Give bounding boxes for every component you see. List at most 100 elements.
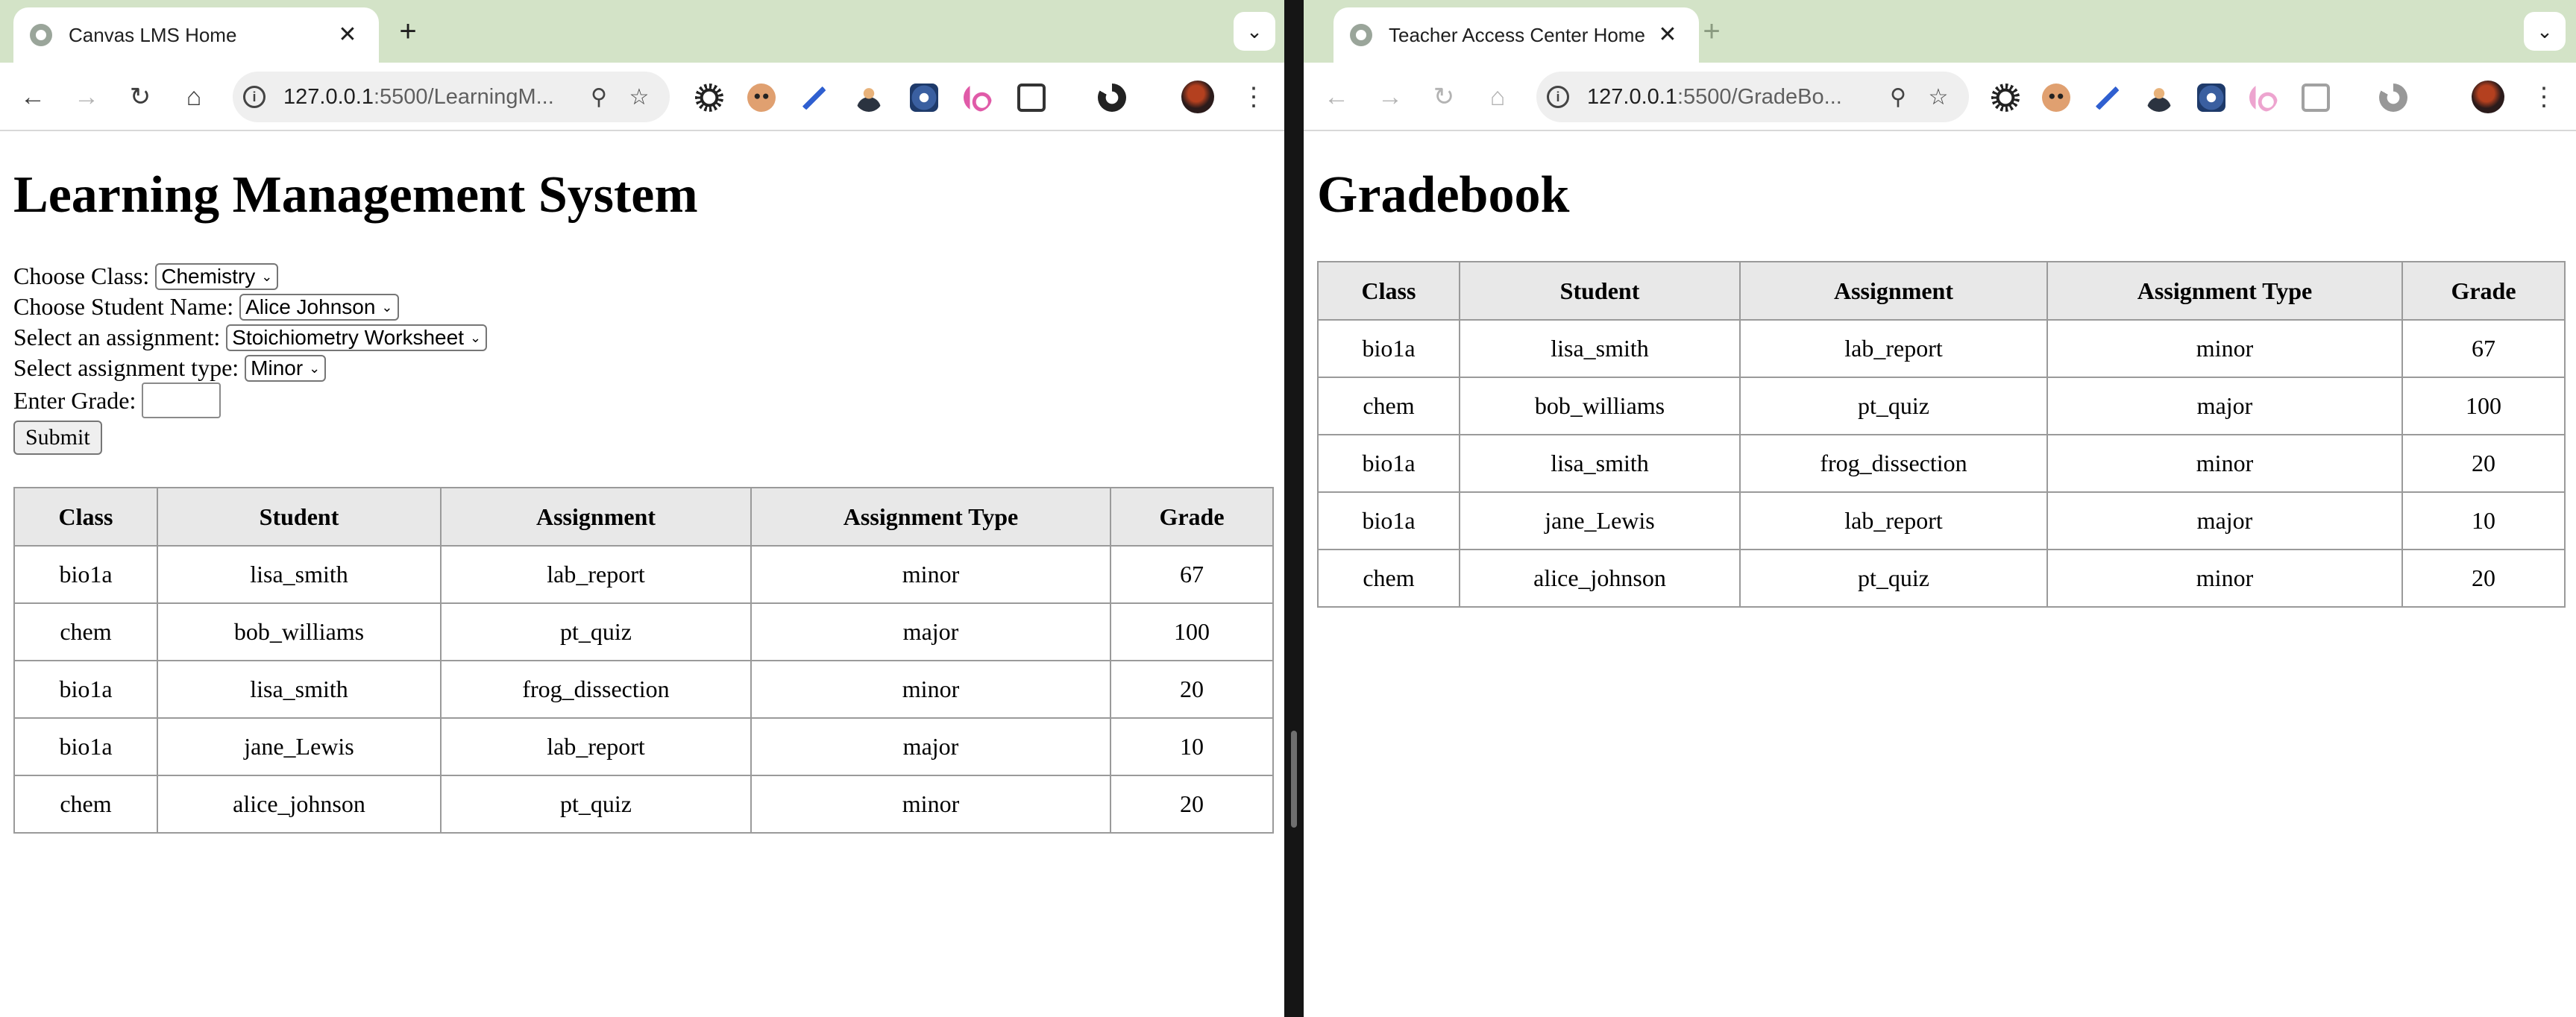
face-extension-icon[interactable] [747, 84, 776, 112]
page-title: Learning Management System [13, 166, 698, 224]
column-header: Assignment [440, 487, 752, 547]
assignment-row: Select an assignment: Stoichiometry Work… [13, 322, 488, 353]
browser-menu-icon[interactable]: ⋮ [2531, 78, 2557, 116]
reload-icon[interactable]: ↻ [121, 78, 160, 116]
table-cell: frog_dissection [440, 660, 752, 719]
table-cell: lab_report [440, 717, 752, 776]
reload-icon[interactable]: ↻ [1424, 78, 1463, 116]
app-extension-icon[interactable] [910, 84, 938, 112]
tab-strip: Canvas LMS Home ✕ + ⌄ [0, 0, 1284, 63]
pen-extension-icon[interactable] [2093, 84, 2121, 112]
close-tab-icon[interactable]: ✕ [333, 24, 362, 46]
table-cell: 20 [2401, 434, 2566, 493]
address-bar[interactable]: i 127.0.0.1:5500/GradeBo... ⚲ ☆ [1536, 72, 1969, 122]
puzzle-extensions-icon[interactable] [2302, 84, 2330, 112]
gradebook-page: Gradebook Class Student Assignment Assignme… [1304, 131, 2576, 1017]
tab-title: Canvas LMS Home [69, 23, 237, 46]
face-extension-icon[interactable] [2042, 84, 2070, 112]
home-icon[interactable]: ⌂ [1478, 78, 1517, 116]
table-cell: lab_report [1739, 319, 2048, 378]
assignment-select[interactable]: Stoichiometry Worksheet ⌄ [226, 324, 488, 351]
table-cell: lisa_smith [1459, 434, 1741, 493]
new-tab-icon[interactable]: + [391, 15, 425, 49]
table-cell: minor [750, 775, 1111, 834]
table-cell: lab_report [440, 545, 752, 604]
forward-arrow-icon[interactable]: → [1371, 78, 1410, 116]
chevron-down-icon: ⌄ [381, 299, 393, 315]
table-cell: chem [1317, 377, 1460, 435]
person-extension-icon[interactable] [2145, 84, 2173, 112]
google-g-icon[interactable] [1098, 84, 1126, 112]
site-info-icon[interactable]: i [243, 86, 266, 108]
back-arrow-icon[interactable]: ← [13, 78, 52, 116]
profile-avatar[interactable] [1181, 81, 1214, 113]
column-header: Class [1317, 261, 1460, 321]
assignment-type-label: Select assignment type: [13, 354, 239, 381]
table-cell: chem [13, 602, 158, 661]
table-cell: bio1a [1317, 319, 1460, 378]
assignment-type-select[interactable]: Minor ⌄ [245, 354, 327, 382]
table-cell: lisa_smith [157, 545, 442, 604]
browser-toolbar: ← → ↻ ⌂ i 127.0.0.1:5500/LearningM... ⚲ … [0, 63, 1284, 131]
tab-search-chevron-icon[interactable]: ⌄ [2524, 12, 2566, 51]
forward-arrow-icon[interactable]: → [67, 78, 106, 116]
profile-avatar[interactable] [2472, 81, 2504, 113]
table-cell: alice_johnson [1459, 549, 1741, 608]
splitter-drag-handle[interactable] [1291, 731, 1297, 828]
back-arrow-icon[interactable]: ← [1317, 78, 1356, 116]
tab-teacher-access-center-home[interactable]: Teacher Access Center Home ✕ [1333, 7, 1699, 63]
sun-extension-icon[interactable] [695, 84, 723, 112]
close-tab-icon[interactable]: ✕ [1653, 24, 1683, 46]
tab-search-chevron-icon[interactable]: ⌄ [1234, 12, 1275, 51]
table-row: chem bob_williams pt_quiz major 100 [13, 602, 1274, 661]
bookmark-star-icon[interactable]: ☆ [1918, 84, 1958, 110]
table-row: bio1a lisa_smith lab_report minor 67 [13, 545, 1274, 604]
table-cell: lisa_smith [1459, 319, 1741, 378]
zoom-icon[interactable]: ⚲ [1878, 84, 1918, 110]
bing-extension-icon[interactable] [964, 84, 992, 112]
page-title: Gradebook [1317, 166, 1570, 224]
student-select[interactable]: Alice Johnson ⌄ [239, 293, 399, 321]
table-cell: 100 [2401, 377, 2566, 435]
sun-extension-icon[interactable] [1991, 84, 2020, 112]
table-cell: pt_quiz [1739, 377, 2048, 435]
address-bar[interactable]: i 127.0.0.1:5500/LearningM... ⚲ ☆ [233, 72, 670, 122]
app-extension-icon[interactable] [2197, 84, 2225, 112]
submit-button[interactable]: Submit [13, 421, 102, 455]
bookmark-star-icon[interactable]: ☆ [619, 84, 659, 110]
column-header: Student [157, 487, 442, 547]
class-select[interactable]: Chemistry ⌄ [155, 262, 279, 290]
google-g-icon[interactable] [2379, 84, 2407, 112]
bing-extension-icon[interactable] [2249, 84, 2278, 112]
table-cell: bob_williams [1459, 377, 1741, 435]
column-header: Class [13, 487, 158, 547]
tab-canvas-lms-home[interactable]: Canvas LMS Home ✕ [13, 7, 379, 63]
class-label: Choose Class: [13, 262, 150, 289]
table-cell: chem [13, 775, 158, 834]
column-header: Grade [2401, 261, 2566, 321]
site-info-icon[interactable]: i [1547, 86, 1569, 108]
table-cell: 20 [2401, 549, 2566, 608]
zoom-icon[interactable]: ⚲ [579, 84, 619, 110]
chevron-down-icon: ⌄ [469, 330, 482, 345]
table-cell: major [750, 717, 1111, 776]
table-row: bio1a lisa_smith lab_report minor 67 [1317, 319, 2566, 378]
person-extension-icon[interactable] [855, 84, 883, 112]
home-icon[interactable]: ⌂ [175, 78, 213, 116]
window-splitter[interactable] [1284, 0, 1304, 1017]
table-cell: jane_Lewis [157, 717, 442, 776]
browser-window-left: Canvas LMS Home ✕ + ⌄ ← → ↻ ⌂ i 127.0.0.… [0, 0, 1284, 1017]
puzzle-extensions-icon[interactable] [1017, 84, 1046, 112]
gradebook-table: Class Student Assignment Assignment Type Gra… [1317, 261, 2566, 608]
grade-input[interactable] [142, 382, 222, 418]
browser-menu-icon[interactable]: ⋮ [1241, 78, 1266, 116]
tab-strip: Teacher Access Center Home ✕ + ⌄ [1304, 0, 2576, 63]
table-cell: bio1a [13, 545, 158, 604]
chevron-down-icon: ⌄ [309, 360, 321, 376]
grade-row: Enter Grade: [13, 382, 487, 418]
table-cell: major [750, 602, 1111, 661]
table-cell: frog_dissection [1739, 434, 2048, 493]
pen-extension-icon[interactable] [799, 84, 828, 112]
new-tab-icon[interactable]: + [1694, 15, 1729, 49]
table-row: chem alice_johnson pt_quiz minor 20 [13, 775, 1274, 834]
